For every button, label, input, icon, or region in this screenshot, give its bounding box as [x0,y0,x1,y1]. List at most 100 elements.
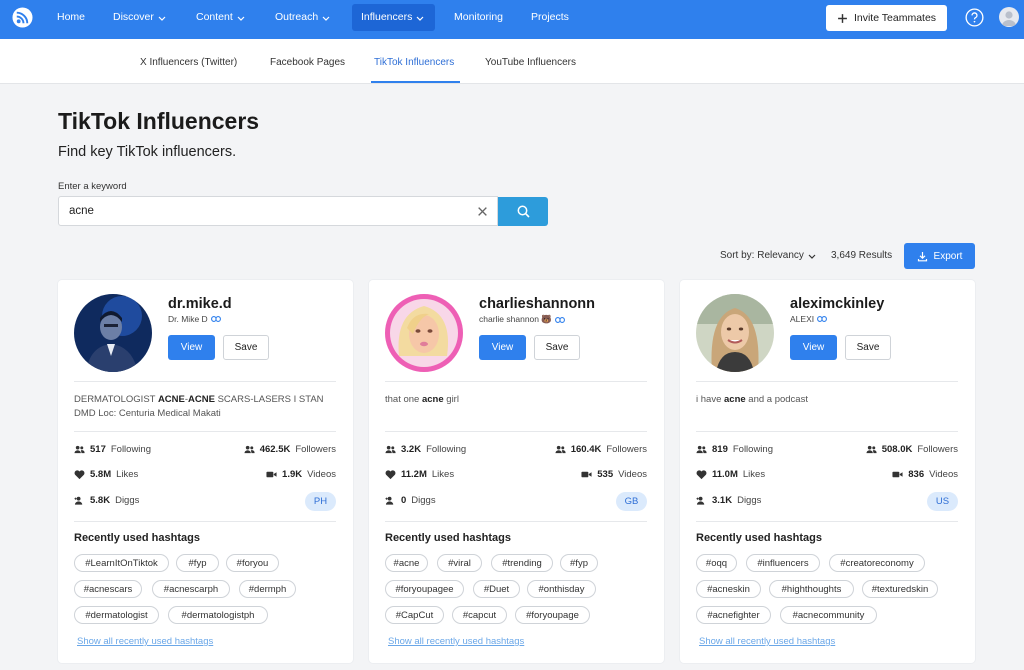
save-button[interactable]: Save [223,335,269,360]
country-badge: GB [616,492,647,511]
bio-keyword: acne [724,394,746,405]
users-icon [74,445,85,454]
help-icon[interactable] [965,8,984,27]
likes-stat: 11.2M Likes [385,469,454,480]
brand-logo-icon[interactable] [12,7,33,28]
hashtag-chip[interactable]: #acnecommunity [780,606,877,624]
hashtag-chip[interactable]: #dermatologistph [168,606,268,624]
nav-influencers[interactable]: Influencers [352,4,435,31]
divider [74,431,336,432]
display-name-text: ALEXI [790,314,815,324]
heart-icon [385,470,396,480]
hashtag-chip[interactable]: #viral [437,554,482,572]
profile-avatar[interactable] [385,294,463,372]
hashtag-chip[interactable]: #fyp [176,554,219,572]
influencer-card: dr.mike.d Dr. Mike D View Save DERMATOLO… [58,280,353,663]
hashtag-chip[interactable]: #LearnItOnTiktok [74,554,169,572]
hashtag-chip[interactable]: #foryou [226,554,279,572]
hashtag-chip[interactable]: #highthoughts [769,580,854,598]
username[interactable]: dr.mike.d [168,296,232,312]
keyword-search-box [58,196,498,226]
tab-tiktok-influencers[interactable]: TikTok Influencers [374,57,454,68]
nav-content[interactable]: Content [187,0,254,35]
bio-text: DERMATOLOGIST [74,394,158,405]
nav-discover[interactable]: Discover [104,0,175,35]
profile-avatar[interactable] [74,294,152,372]
show-all-hashtags-link[interactable]: Show all recently used hashtags [388,636,524,647]
display-name-text: charlie shannon 🐻 [479,314,552,324]
nav-outreach[interactable]: Outreach [266,0,339,35]
view-button[interactable]: View [790,335,837,360]
videos-stat: 535 Videos [581,469,647,480]
clear-icon[interactable] [477,206,488,217]
hashtag-chip[interactable]: #fyp [560,554,598,572]
bio: DERMATOLOGIST ACNE-ACNE SCARS-LASERS I S… [74,393,336,421]
likes-label: Likes [116,469,139,480]
hashtag-chip[interactable]: #foryoupagee [385,580,464,598]
tab-facebook-pages[interactable]: Facebook Pages [270,57,345,68]
chevron-down-icon [808,254,816,259]
following-label: Following [110,444,151,455]
nav-outreach-label: Outreach [275,11,319,23]
active-tab-indicator [371,81,460,83]
bio-text: that one [385,394,422,405]
save-button[interactable]: Save [534,335,580,360]
search-button[interactable] [498,197,548,226]
hashtag-chip[interactable]: #influencers [746,554,820,572]
hashtag-chip[interactable]: #acneskin [696,580,761,598]
hashtag-chip[interactable]: #onthisday [527,580,596,598]
export-button[interactable]: Export [904,243,975,269]
keyword-input[interactable] [59,197,459,225]
hashtag-chip[interactable]: #creatoreconomy [829,554,925,572]
hashtag-chip[interactable]: #dermph [239,580,296,598]
videos-stat: 836 Videos [892,469,958,480]
country-badge: US [927,492,958,511]
hashtag-chip[interactable]: #trending [491,554,553,572]
display-name: Dr. Mike D [168,314,221,324]
username[interactable]: charlieshannonn [479,296,595,312]
user-avatar[interactable] [999,7,1019,27]
hashtag-chip[interactable]: #capcut [452,606,507,624]
username[interactable]: aleximckinley [790,296,884,312]
link-icon[interactable] [817,316,828,322]
hashtag-chip[interactable]: #acnescars [74,580,142,598]
show-all-hashtags-link[interactable]: Show all recently used hashtags [699,636,835,647]
hashtag-chip[interactable]: #foryoupage [515,606,590,624]
nav-home[interactable]: Home [48,0,94,35]
following-count: 517 [90,444,106,455]
nav-discover-label: Discover [113,11,154,23]
link-icon[interactable] [210,316,221,322]
following-label: Following [732,444,773,455]
page-subtitle: Find key TikTok influencers. [58,144,237,160]
sort-dropdown[interactable]: Sort by: Relevancy [720,250,816,261]
hashtag-chip[interactable]: #Duet [473,580,520,598]
profile-avatar[interactable] [696,294,774,372]
video-camera-icon [266,471,277,478]
hashtag-chip[interactable]: #CapCut [385,606,444,624]
tab-youtube-influencers[interactable]: YouTube Influencers [485,57,576,68]
hashtag-chip[interactable]: #oqq [696,554,737,572]
influencer-card: charlieshannonn charlie shannon 🐻 View S… [369,280,664,663]
bio: that one acne girl [385,393,647,407]
following-stat: 819 Following [696,444,773,455]
view-button[interactable]: View [168,335,215,360]
diggs-stat: 0 Diggs [385,495,436,506]
tab-x-influencers[interactable]: X Influencers (Twitter) [140,57,237,68]
show-all-hashtags-link[interactable]: Show all recently used hashtags [77,636,213,647]
hashtag-chip[interactable]: #acnescarph [152,580,230,598]
user-plus-icon [385,496,394,505]
page-title: TikTok Influencers [58,108,260,134]
nav-monitoring[interactable]: Monitoring [445,0,512,35]
hashtag-chip[interactable]: #acnefighter [696,606,771,624]
hashtags-title: Recently used hashtags [696,532,822,544]
hashtag-chip[interactable]: #dermatologist [74,606,159,624]
hashtag-chip[interactable]: #texturedskin [862,580,938,598]
nav-projects[interactable]: Projects [522,0,578,35]
nav-monitoring-label: Monitoring [454,11,504,23]
view-button[interactable]: View [479,335,526,360]
link-icon[interactable] [555,316,565,323]
invite-teammates-button[interactable]: Invite Teammates [826,5,947,31]
save-button[interactable]: Save [845,335,891,360]
users-icon [555,445,566,454]
hashtag-chip[interactable]: #acne [385,554,428,572]
